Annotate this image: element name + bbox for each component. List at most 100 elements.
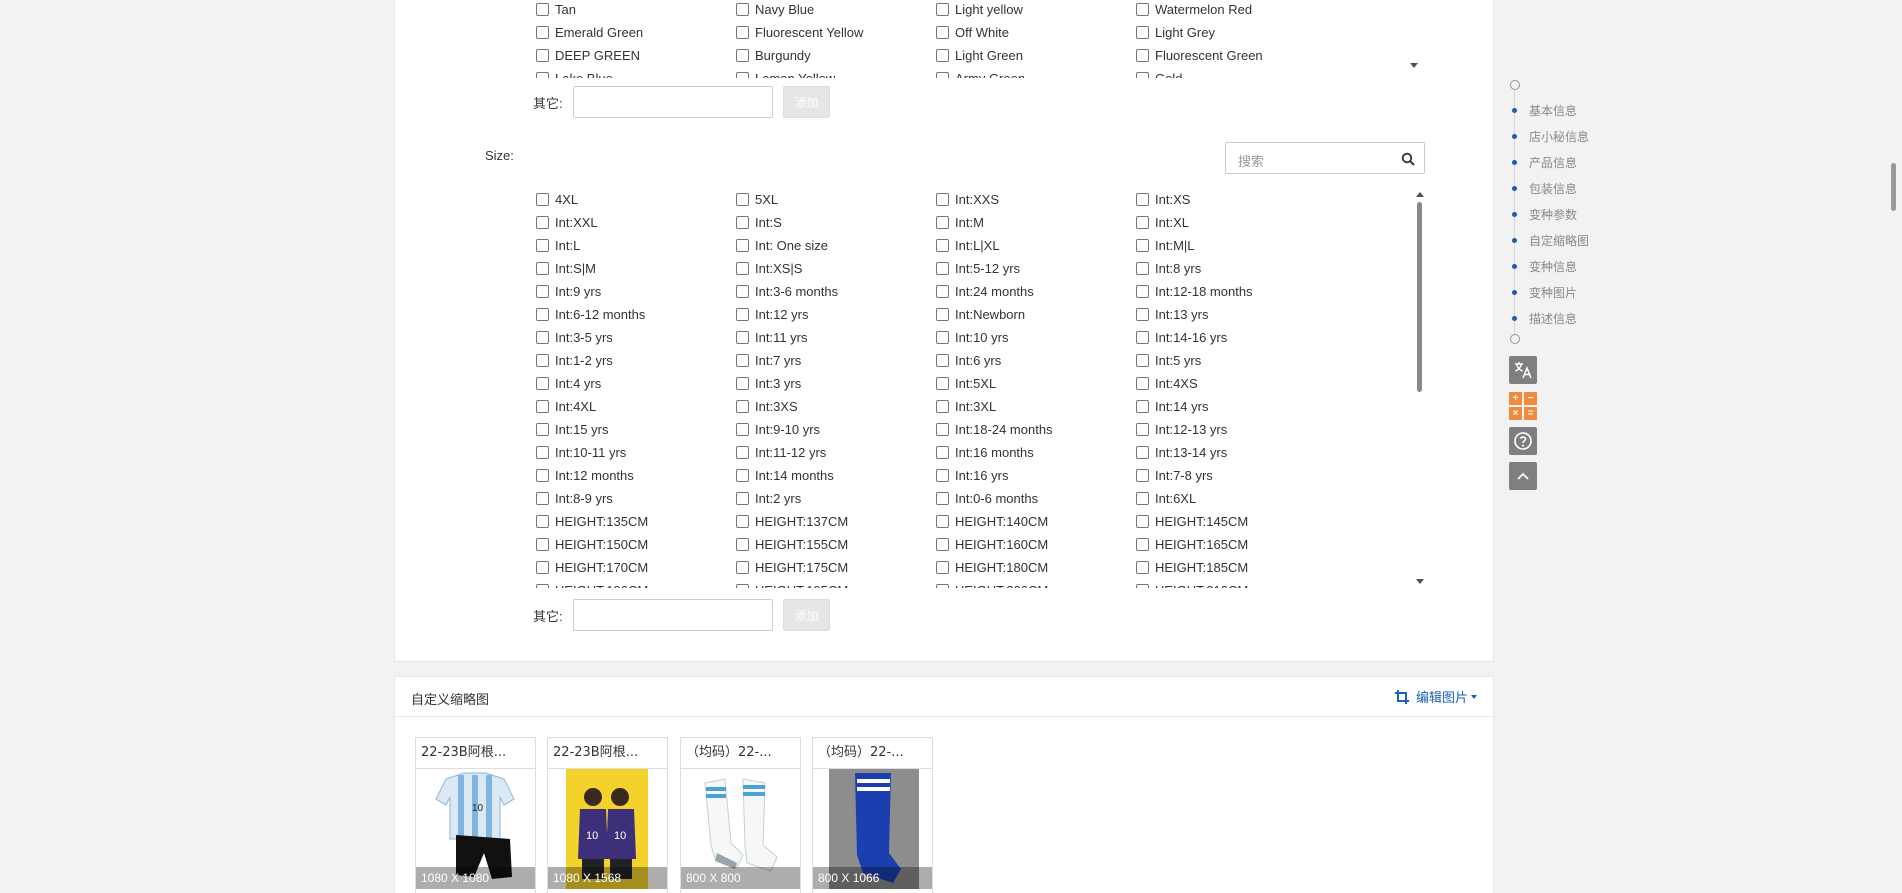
thumbnail-card[interactable]: 22-23B阿根... 10 1080 X 1080 (415, 737, 536, 893)
size-checkbox[interactable] (1136, 561, 1149, 574)
edit-image-button[interactable]: 编辑图片 (1394, 687, 1477, 706)
size-checkbox[interactable] (736, 216, 749, 229)
side-nav-item[interactable]: 基本信息 (1510, 100, 1577, 120)
size-option[interactable]: Int:XS (1133, 188, 1333, 211)
size-option[interactable]: Int:XXS (933, 188, 1133, 211)
size-checkbox[interactable] (936, 262, 949, 275)
size-checkbox[interactable] (1136, 216, 1149, 229)
size-option[interactable]: Int:5 yrs (1133, 349, 1333, 372)
size-checkbox[interactable] (536, 515, 549, 528)
size-option[interactable]: Int:12-13 yrs (1133, 418, 1333, 441)
color-checkbox[interactable] (1136, 26, 1149, 39)
side-nav-item[interactable]: 产品信息 (1510, 152, 1577, 172)
size-option[interactable]: Int:L|XL (933, 234, 1133, 257)
size-option[interactable]: Int:XL (1133, 211, 1333, 234)
scroll-down-arrow-icon[interactable] (1416, 579, 1424, 584)
size-option[interactable]: HEIGHT:155CM (733, 533, 933, 556)
size-checkbox[interactable] (536, 538, 549, 551)
size-checkbox[interactable] (736, 492, 749, 505)
size-checkbox[interactable] (1136, 584, 1149, 588)
color-checkbox[interactable] (1136, 72, 1149, 78)
color-list-scrollbar[interactable] (1409, 56, 1419, 72)
translate-button[interactable] (1509, 356, 1537, 384)
side-nav-item[interactable]: 变种参数 (1510, 204, 1577, 224)
size-option[interactable]: Int:9 yrs (533, 280, 733, 303)
size-checkbox[interactable] (536, 400, 549, 413)
size-option[interactable]: HEIGHT:170CM (533, 556, 733, 579)
color-checkbox[interactable] (1136, 49, 1149, 62)
size-checkbox[interactable] (736, 469, 749, 482)
size-option[interactable]: Int:14 months (733, 464, 933, 487)
size-checkbox[interactable] (536, 492, 549, 505)
color-option[interactable]: Tan (533, 0, 733, 21)
color-option[interactable]: Light Grey (1133, 21, 1333, 44)
help-button[interactable] (1509, 427, 1537, 455)
color-option[interactable]: Emerald Green (533, 21, 733, 44)
size-checkbox[interactable] (736, 446, 749, 459)
side-nav-item[interactable]: 变种信息 (1510, 256, 1577, 276)
thumbnail-card[interactable]: （均码）22-... 800 X 800 (680, 737, 801, 893)
size-option[interactable]: Int:14 yrs (1133, 395, 1333, 418)
size-checkbox[interactable] (936, 308, 949, 321)
size-option[interactable]: Int:11-12 yrs (733, 441, 933, 464)
size-checkbox[interactable] (1136, 262, 1149, 275)
size-option[interactable]: Int:2 yrs (733, 487, 933, 510)
size-checkbox[interactable] (736, 538, 749, 551)
size-option[interactable]: Int:8 yrs (1133, 257, 1333, 280)
size-checkbox[interactable] (936, 423, 949, 436)
size-option[interactable]: Int:S|M (533, 257, 733, 280)
size-option[interactable]: Int: One size (733, 234, 933, 257)
color-checkbox[interactable] (736, 49, 749, 62)
size-checkbox[interactable] (1136, 331, 1149, 344)
size-option[interactable]: Int:3-5 yrs (533, 326, 733, 349)
size-checkbox[interactable] (536, 377, 549, 390)
color-option[interactable]: Lake Blue (533, 67, 733, 78)
size-checkbox[interactable] (536, 446, 549, 459)
size-checkbox[interactable] (936, 354, 949, 367)
thumbnail-card[interactable]: （均码）22-... 800 X 1066 (812, 737, 933, 893)
size-option[interactable]: Int:3XL (933, 395, 1133, 418)
size-checkbox[interactable] (936, 400, 949, 413)
size-option[interactable]: Int:18-24 months (933, 418, 1133, 441)
size-option[interactable]: HEIGHT:140CM (933, 510, 1133, 533)
size-checkbox[interactable] (1136, 239, 1149, 252)
color-option[interactable]: Light yellow (933, 0, 1133, 21)
size-option[interactable]: Int:5XL (933, 372, 1133, 395)
size-option[interactable]: Int:9-10 yrs (733, 418, 933, 441)
size-option[interactable]: HEIGHT:185CM (1133, 556, 1333, 579)
size-option[interactable]: Int:16 yrs (933, 464, 1133, 487)
size-checkbox[interactable] (536, 469, 549, 482)
size-option[interactable]: Int:Newborn (933, 303, 1133, 326)
size-checkbox[interactable] (1136, 285, 1149, 298)
size-option[interactable]: Int:3XS (733, 395, 933, 418)
size-option[interactable]: Int:M (933, 211, 1133, 234)
size-option[interactable]: Int:4XL (533, 395, 733, 418)
color-checkbox[interactable] (736, 3, 749, 16)
size-option[interactable]: Int:12 months (533, 464, 733, 487)
size-checkbox[interactable] (736, 239, 749, 252)
size-option[interactable]: Int:1-2 yrs (533, 349, 733, 372)
size-checkbox[interactable] (1136, 193, 1149, 206)
size-option[interactable]: Int:5-12 yrs (933, 257, 1133, 280)
size-checkbox[interactable] (536, 561, 549, 574)
size-checkbox[interactable] (1136, 446, 1149, 459)
size-checkbox[interactable] (1136, 308, 1149, 321)
size-option[interactable]: HEIGHT:160CM (933, 533, 1133, 556)
size-checkbox[interactable] (1136, 469, 1149, 482)
size-checkbox[interactable] (536, 423, 549, 436)
color-checkbox[interactable] (936, 72, 949, 78)
size-checkbox[interactable] (936, 193, 949, 206)
thumbnail-image[interactable]: 800 X 1066 (813, 769, 932, 889)
size-search-input[interactable]: 搜索 (1225, 142, 1425, 174)
size-checkbox[interactable] (936, 331, 949, 344)
size-checkbox[interactable] (736, 423, 749, 436)
size-option[interactable]: Int:14-16 yrs (1133, 326, 1333, 349)
size-option[interactable]: Int:11 yrs (733, 326, 933, 349)
size-checkbox[interactable] (1136, 515, 1149, 528)
size-checkbox[interactable] (536, 216, 549, 229)
size-option[interactable]: Int:6-12 months (533, 303, 733, 326)
size-option[interactable]: HEIGHT:210CM (1133, 579, 1333, 588)
size-option[interactable]: HEIGHT:190CM (533, 579, 733, 588)
scrollbar-thumb[interactable] (1417, 202, 1422, 392)
size-checkbox[interactable] (736, 331, 749, 344)
